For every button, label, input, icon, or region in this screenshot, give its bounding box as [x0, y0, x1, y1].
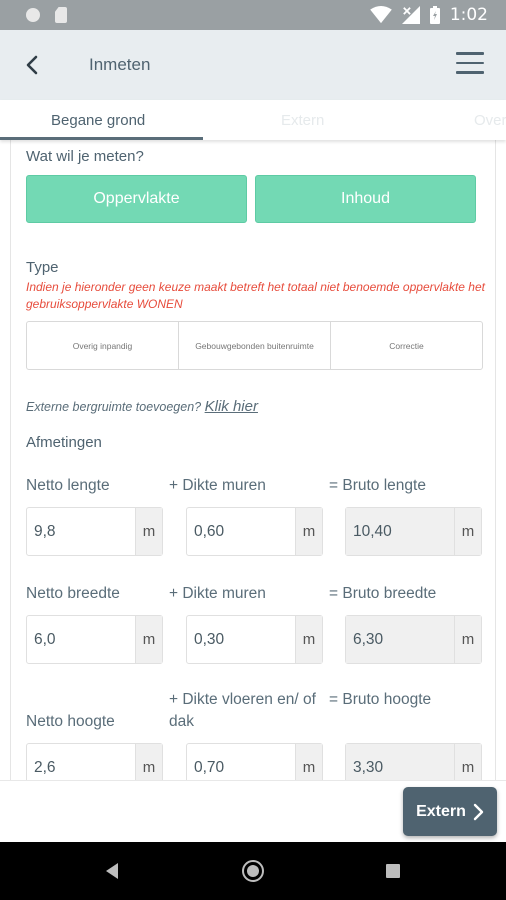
dikte-vloeren-label: + Dikte vloeren en/ of dak	[169, 691, 316, 730]
back-arrow-icon[interactable]	[20, 52, 46, 78]
signal-icon	[401, 6, 420, 24]
netto-breedte-input[interactable]: 6,0	[27, 616, 135, 663]
unit-label: m	[454, 744, 481, 780]
netto-hoogte-label: Netto hoogte	[26, 713, 115, 730]
android-nav-bar	[0, 842, 506, 900]
dikte-vloeren-input[interactable]: 0,70	[187, 744, 295, 780]
type-warning: Indien je hieronder geen keuze maakt bet…	[26, 280, 485, 311]
status-time: 1:02	[449, 5, 488, 25]
unit-label: m	[295, 508, 322, 555]
type-option-overig-inpandig[interactable]: Overig inpandig	[27, 322, 179, 369]
bruto-lengte-label: = Bruto lengte	[329, 477, 426, 494]
afmetingen-label: Afmetingen	[26, 434, 102, 451]
netto-hoogte-input[interactable]: 2,6	[27, 744, 135, 780]
netto-breedte-label: Netto breedte	[26, 585, 120, 602]
unit-label: m	[135, 616, 162, 663]
bruto-lengte-value: 10,40	[346, 508, 454, 555]
bruto-hoogte-value: 3,30	[346, 744, 454, 780]
extern-link[interactable]: Klik hier	[205, 398, 258, 415]
extern-prompt-text: Externe bergruimte toevoegen?	[26, 400, 202, 414]
type-option-gebouwgebonden[interactable]: Gebouwgebonden buitenruimte	[179, 322, 331, 369]
nav-back-icon[interactable]	[102, 861, 122, 881]
inhoud-button[interactable]: Inhoud	[255, 175, 476, 223]
sd-card-icon	[55, 7, 67, 23]
unit-label: m	[135, 744, 162, 780]
tab-extern[interactable]: Extern	[281, 112, 324, 129]
dikte-muren-field: 0,30 m	[186, 615, 323, 664]
bruto-hoogte-label: = Bruto hoogte	[329, 691, 432, 708]
tab-begane-grond[interactable]: Begane grond	[51, 112, 145, 129]
netto-lengte-input[interactable]: 9,8	[27, 508, 135, 555]
active-tab-indicator	[0, 137, 203, 140]
netto-lengte-label: Netto lengte	[26, 477, 110, 494]
hamburger-menu-icon[interactable]	[456, 52, 484, 76]
dikte-muren-label: + Dikte muren	[169, 477, 266, 494]
bottom-action-bar: Extern	[0, 780, 506, 842]
type-segmented-control: Overig inpandig Gebouwgebonden buitenrui…	[26, 321, 483, 370]
dikte-muren-input[interactable]: 0,30	[187, 616, 295, 663]
next-extern-button[interactable]: Extern	[403, 787, 497, 836]
battery-icon	[429, 6, 440, 24]
bruto-hoogte-field: 3,30 m	[345, 743, 482, 780]
chevron-right-icon	[473, 803, 484, 820]
netto-lengte-field: 9,8 m	[26, 507, 163, 556]
tab-over[interactable]: Over	[474, 112, 506, 129]
type-label: Type	[26, 259, 59, 276]
dikte-vloeren-field: 0,70 m	[186, 743, 323, 780]
netto-breedte-field: 6,0 m	[26, 615, 163, 664]
nav-home-icon[interactable]	[242, 860, 264, 882]
app-bar: Inmeten	[0, 30, 506, 100]
extern-prompt: Externe bergruimte toevoegen? Klik hier	[26, 398, 258, 415]
measure-form: Wat wil je meten? Oppervlakte Inhoud Typ…	[10, 140, 496, 780]
bruto-breedte-label: = Bruto breedte	[329, 585, 437, 602]
netto-hoogte-field: 2,6 m	[26, 743, 163, 780]
bruto-breedte-field: 6,30 m	[345, 615, 482, 664]
question-label: Wat wil je meten?	[26, 148, 144, 165]
dikte-muren-field: 0,60 m	[186, 507, 323, 556]
type-option-correctie[interactable]: Correctie	[331, 322, 482, 369]
nav-recents-icon[interactable]	[386, 864, 400, 878]
oppervlakte-button[interactable]: Oppervlakte	[26, 175, 247, 223]
unit-label: m	[295, 616, 322, 663]
notification-dot-icon	[26, 8, 40, 22]
tab-bar: Begane grond Extern Over	[0, 100, 506, 140]
wifi-icon	[370, 6, 392, 24]
next-button-label: Extern	[416, 802, 466, 820]
status-bar: 1:02	[0, 0, 506, 30]
unit-label: m	[454, 616, 481, 663]
unit-label: m	[454, 508, 481, 555]
bruto-breedte-value: 6,30	[346, 616, 454, 663]
unit-label: m	[135, 508, 162, 555]
page-title: Inmeten	[89, 55, 151, 74]
dikte-muren-input[interactable]: 0,60	[187, 508, 295, 555]
unit-label: m	[295, 744, 322, 780]
bruto-lengte-field: 10,40 m	[345, 507, 482, 556]
dikte-muren-label: + Dikte muren	[169, 585, 266, 602]
